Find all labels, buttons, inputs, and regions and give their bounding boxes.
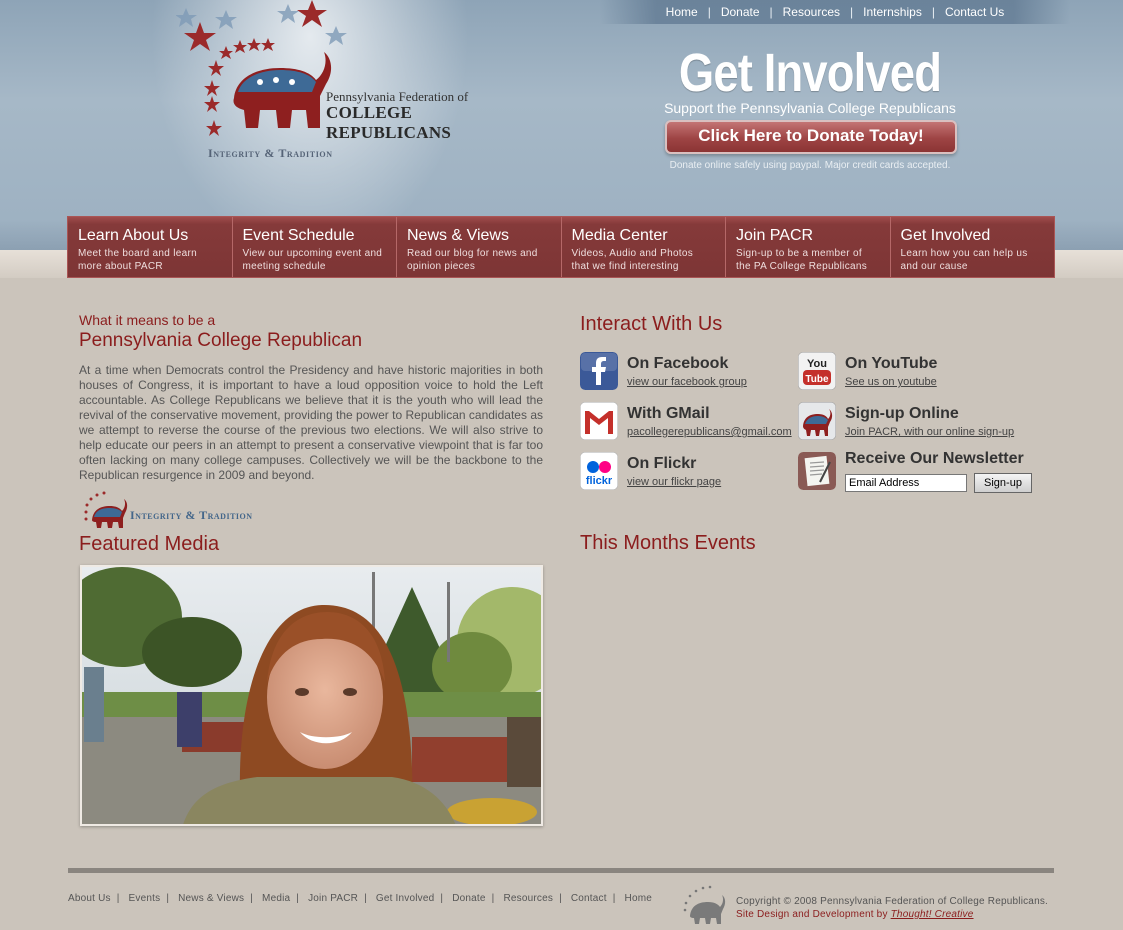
footer-link-join-pacr[interactable]: Join PACR — [308, 893, 358, 904]
get-involved-title: Get Involved — [678, 43, 942, 103]
nav-get-involved[interactable]: Get Involved Learn how you can help us an… — [890, 217, 1054, 277]
donate-note: Donate online safely using paypal. Major… — [669, 160, 951, 171]
youtube-icon[interactable]: You Tube — [798, 352, 836, 390]
youtube-name: On YouTube — [845, 355, 938, 372]
social-gmail: With GMail pacollegerepublicans@gmail.co… — [580, 402, 800, 446]
social-flickr: flickr On Flickr view our flickr page — [580, 452, 800, 496]
nav-desc: View our upcoming event and meeting sched… — [242, 248, 383, 272]
signup-link[interactable]: Join PACR, with our online sign-up — [845, 426, 1014, 438]
events-title: This Months Events — [580, 532, 756, 554]
get-involved-panel: Get Involved Support the Pennsylvania Co… — [640, 30, 980, 200]
site-logo[interactable]: Pennsylvania Federation of COLLEGE REPUB… — [175, 0, 536, 175]
nav-title: Event Schedule — [242, 227, 355, 244]
facebook-icon[interactable] — [580, 352, 618, 390]
about-pre-title: What it means to be a — [79, 312, 216, 328]
svg-text:Tube: Tube — [805, 374, 829, 385]
flickr-link[interactable]: view our flickr page — [627, 476, 721, 488]
nav-title: Media Center — [571, 227, 668, 244]
flickr-name: On Flickr — [627, 455, 697, 472]
featured-media-title: Featured Media — [79, 533, 220, 555]
gmail-icon[interactable] — [580, 402, 618, 440]
nav-title: News & Views — [407, 227, 509, 244]
facebook-link[interactable]: view our facebook group — [627, 376, 747, 388]
small-elephant-icon — [84, 491, 128, 528]
gmail-name: With GMail — [627, 405, 710, 422]
footer-link-resources[interactable]: Resources — [503, 893, 553, 904]
footer-elephant-icon — [680, 884, 728, 926]
top-nav: Home | Donate | Resources | Internships | Co… — [600, 0, 1070, 24]
get-involved-subtitle: Support the Pennsylvania College Republi… — [664, 100, 956, 116]
header: Home | Donate | Resources | Internships | Co… — [0, 0, 1123, 250]
about-body: At a time when Democrats control the Pre… — [79, 363, 543, 482]
top-nav-internships[interactable]: Internships — [863, 5, 922, 19]
footer-link-about-us[interactable]: About Us — [68, 893, 111, 904]
svg-text:flickr: flickr — [586, 475, 613, 487]
nav-media-center[interactable]: Media Center Videos, Audio and Photos tha… — [561, 217, 726, 277]
svg-text:You: You — [807, 358, 827, 370]
footer-link-get-involved[interactable]: Get Involved — [376, 893, 435, 904]
nav-title: Get Involved — [900, 227, 991, 244]
elephant-icon[interactable] — [798, 402, 836, 440]
nav-desc: Videos, Audio and Photos that we find int… — [571, 248, 694, 272]
logo-line2: COLLEGE REPUBLICANS — [326, 103, 452, 142]
footer-link-donate[interactable]: Donate — [452, 893, 485, 904]
signup-name: Sign-up Online — [845, 405, 959, 422]
footer-link-media[interactable]: Media — [262, 893, 290, 904]
featured-video[interactable] — [80, 565, 543, 826]
nav-desc: Meet the board and learn more about PACR — [78, 248, 197, 272]
footer-divider — [68, 868, 1054, 873]
social-facebook: On Facebook view our facebook group — [580, 352, 800, 396]
nav-desc: Learn how you can help us and our cause — [900, 248, 1028, 272]
small-logo: Integrity & Tradition — [80, 490, 260, 530]
footer-links: About Us | Events | News & Views | Media | J… — [68, 893, 653, 904]
small-logo-tagline: Integrity & Tradition — [130, 508, 253, 522]
nav-title: Learn About Us — [78, 227, 189, 244]
nav-join-pacr[interactable]: Join PACR Sign-up to be a member of the P… — [726, 217, 891, 277]
top-nav-home[interactable]: Home — [666, 5, 698, 19]
social-newsletter: Receive Our Newsletter Sign-up — [798, 450, 1038, 496]
about-title: Pennsylvania College Republican — [79, 330, 363, 351]
gmail-link[interactable]: pacollegerepublicans@gmail.com — [627, 426, 792, 438]
nav-desc: Read our blog for news and opinion pieces — [407, 248, 538, 272]
top-nav-resources[interactable]: Resources — [783, 5, 840, 19]
nav-title: Join PACR — [736, 227, 814, 244]
interact-title: Interact With Us — [580, 313, 723, 335]
nav-learn-about-us[interactable]: Learn About Us Meet the board and learn m… — [68, 217, 233, 277]
nav-desc: Sign-up to be a member of the PA College … — [736, 248, 868, 272]
nav-event-schedule[interactable]: Event Schedule View our upcoming event a… — [232, 217, 397, 277]
footer-link-news-views[interactable]: News & Views — [178, 893, 244, 904]
social-signup: Sign-up Online Join PACR, with our onlin… — [798, 402, 1018, 446]
nav-news-views[interactable]: News & Views Read our blog for news and o… — [397, 217, 562, 277]
flickr-icon[interactable]: flickr — [580, 452, 618, 490]
main-nav: Learn About Us Meet the board and learn m… — [67, 216, 1055, 278]
newsletter-icon — [798, 452, 836, 490]
footer-link-contact[interactable]: Contact — [571, 893, 607, 904]
facebook-name: On Facebook — [627, 355, 729, 372]
footer-link-home[interactable]: Home — [625, 893, 652, 904]
credit-link[interactable]: Thought! Creative — [891, 909, 974, 920]
top-nav-contact-us[interactable]: Contact Us — [945, 5, 1004, 19]
video-frame-image — [82, 567, 541, 824]
copyright: Copyright © 2008 Pennsylvania Federation… — [736, 896, 1049, 907]
newsletter-signup-button[interactable]: Sign-up — [974, 473, 1032, 493]
youtube-link[interactable]: See us on youtube — [845, 376, 937, 388]
site-credit: Site Design and Development by Thought! … — [736, 909, 974, 920]
top-nav-donate[interactable]: Donate — [721, 5, 760, 19]
social-youtube: You Tube On YouTube See us on youtube — [798, 352, 1018, 396]
newsletter-email-input[interactable] — [845, 474, 967, 492]
footer-link-events[interactable]: Events — [129, 893, 161, 904]
newsletter-name: Receive Our Newsletter — [845, 450, 1024, 467]
logo-tagline: Integrity & Tradition — [208, 146, 333, 160]
donate-button[interactable]: Click Here to Donate Today! — [665, 120, 957, 154]
